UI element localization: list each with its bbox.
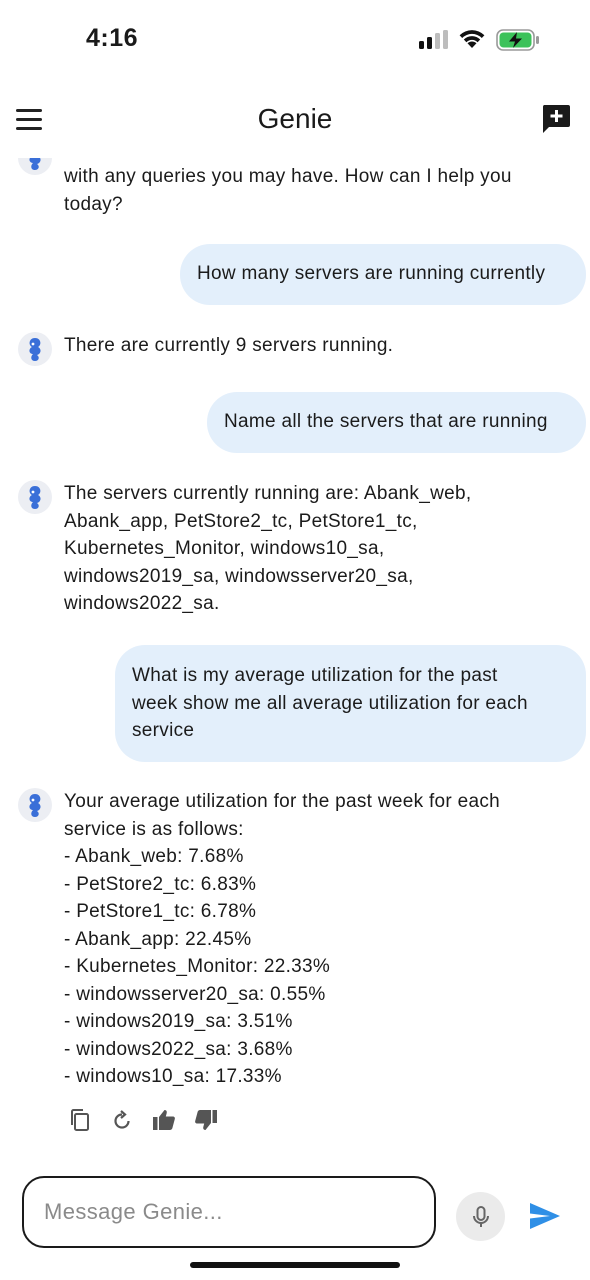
message-line: What is my average utilization for the p…: [132, 665, 498, 686]
message-line: - windowsserver20_sa: 0.55%: [64, 983, 326, 1005]
message-line: - windows2019_sa: 3.51%: [64, 1011, 293, 1032]
message-line: - Abank_app: 22.45%: [64, 928, 252, 950]
message-input[interactable]: [22, 1176, 436, 1248]
message-line: windows2022_sa.: [64, 593, 220, 614]
microphone-icon: [472, 1205, 489, 1227]
home-indicator: [190, 1262, 400, 1268]
genie-avatar: [18, 480, 52, 514]
status-bar: 4:16: [0, 0, 590, 80]
message-line: service is as follows:: [64, 818, 244, 840]
message-line: - windows10_sa: 17.33%: [64, 1066, 282, 1087]
message-line: Name all the servers that are running: [224, 411, 548, 432]
bot-message: The servers currently running are: Abank…: [18, 480, 558, 618]
message-line: service: [132, 720, 195, 741]
message-line: - Kubernetes_Monitor: 22.33%: [64, 956, 331, 977]
bot-message: There are currently 9 servers running.: [18, 332, 558, 366]
message-actions: [68, 1106, 218, 1134]
bot-message: with any queries you may have. How can I…: [18, 158, 558, 218]
copy-icon[interactable]: [68, 1108, 92, 1132]
regenerate-icon[interactable]: [110, 1108, 134, 1132]
wifi-icon: [459, 30, 485, 48]
message-line: windows2019_sa, windowsserver20_sa,: [64, 565, 414, 587]
user-message: Name all the servers that are running: [207, 392, 586, 453]
message-line: Abank_app, PetStore2_tc, PetStore1_tc,: [64, 510, 418, 532]
genie-avatar: [18, 332, 52, 366]
message-line: How many servers are running currently: [197, 263, 546, 284]
message-composer: [0, 1160, 590, 1280]
user-message: How many servers are running currently: [180, 244, 586, 305]
bot-message-text: with any queries you may have. How can I…: [64, 163, 558, 218]
message-line: - PetStore1_tc: 6.78%: [64, 901, 257, 922]
message-line: - PetStore2_tc: 6.83%: [64, 873, 257, 895]
bot-message: Your average utilization for the past we…: [18, 788, 558, 1091]
voice-input-button[interactable]: [456, 1192, 505, 1241]
cellular-signal-icon: [419, 30, 449, 49]
send-icon[interactable]: [528, 1201, 562, 1231]
page-title: Genie: [257, 103, 333, 134]
message-line: week show me all average utilization for…: [132, 692, 528, 714]
message-line: with any queries you may have. How can I…: [64, 166, 512, 187]
thumbs-down-icon[interactable]: [194, 1108, 218, 1132]
bot-message-text: The servers currently running are: Abank…: [64, 480, 558, 618]
battery-charging-icon: [496, 29, 539, 51]
new-chat-icon[interactable]: [540, 103, 572, 135]
bot-message-text: Your average utilization for the past we…: [64, 788, 558, 1091]
user-message: What is my average utilization for the p…: [115, 645, 586, 762]
app-header: Genie: [0, 80, 590, 158]
message-line: There are currently 9 servers running.: [64, 335, 394, 356]
genie-avatar: [18, 158, 52, 175]
genie-avatar: [18, 788, 52, 822]
chat-thread[interactable]: with any queries you may have. How can I…: [0, 158, 590, 1160]
thumbs-up-icon[interactable]: [152, 1108, 176, 1132]
bot-message-text: There are currently 9 servers running.: [64, 332, 558, 360]
message-line: - Abank_web: 7.68%: [64, 846, 244, 867]
message-line: - windows2022_sa: 3.68%: [64, 1038, 293, 1060]
message-line: Kubernetes_Monitor, windows10_sa,: [64, 538, 385, 559]
message-line: today?: [64, 193, 123, 215]
message-line: Your average utilization for the past we…: [64, 791, 501, 812]
status-time: 4:16: [86, 24, 139, 52]
message-line: The servers currently running are: Abank…: [64, 483, 472, 504]
